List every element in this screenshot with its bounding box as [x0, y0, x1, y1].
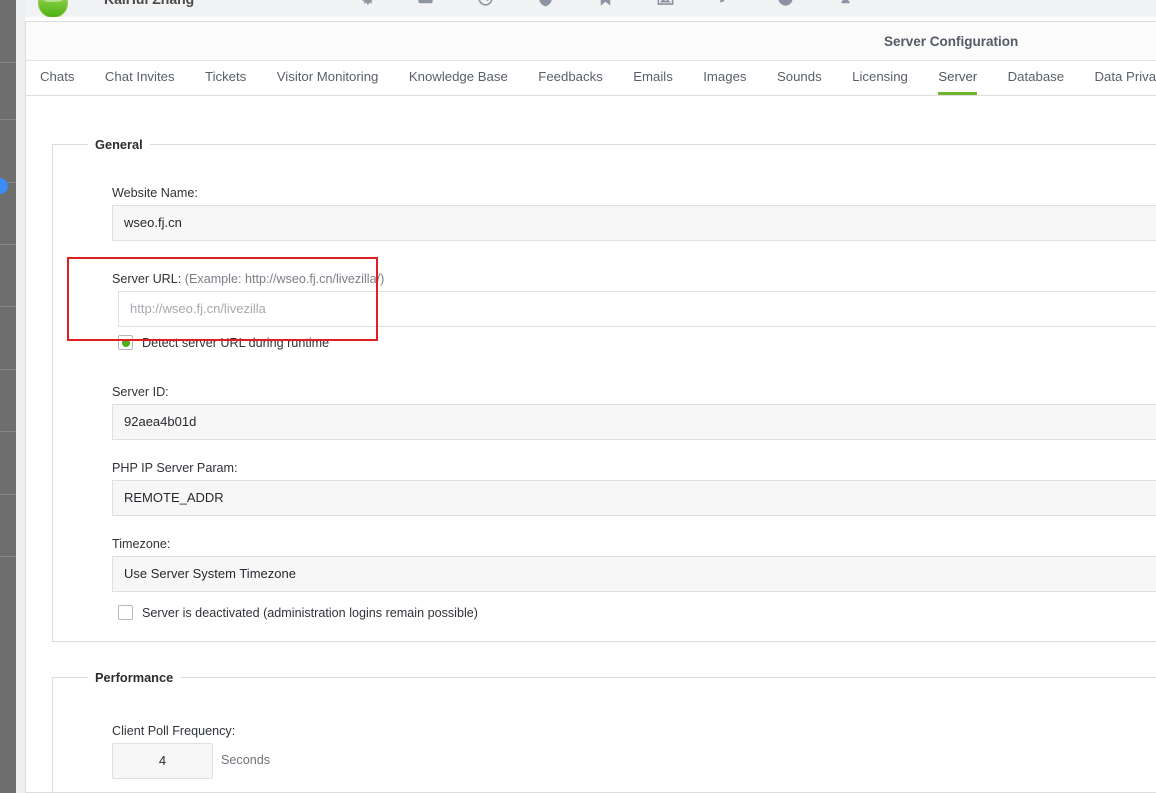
rail-cell[interactable]: [0, 495, 16, 557]
tab-database[interactable]: Database: [1008, 61, 1064, 95]
tab-tickets[interactable]: Tickets: [205, 61, 246, 95]
rail-cell[interactable]: [0, 63, 16, 120]
card-title-bar: Server Configuration: [26, 22, 1156, 61]
server-id-input[interactable]: 92aea4b01d: [112, 404, 1156, 440]
rail-cell[interactable]: [0, 307, 16, 370]
info-icon[interactable]: [776, 0, 795, 8]
php-ip-param-label: PHP IP Server Param:: [112, 461, 238, 475]
general-legend: General: [95, 137, 143, 152]
agent-name: KaiHui Zhang: [104, 0, 194, 7]
app-header: KaiHui Zhang: [16, 0, 1156, 17]
tab-emails[interactable]: Emails: [633, 61, 673, 95]
rail-gutter: [16, 0, 25, 793]
rail-cell[interactable]: [0, 370, 16, 432]
tab-licensing[interactable]: Licensing: [852, 61, 908, 95]
tab-chats[interactable]: Chats: [40, 61, 74, 95]
client-poll-frequency-unit: Seconds: [221, 753, 271, 767]
tab-knowledge-base[interactable]: Knowledge Base: [409, 61, 508, 95]
server-deactivated-checkbox[interactable]: [118, 605, 133, 620]
history-clock-icon[interactable]: [476, 0, 495, 8]
tab-feedbacks[interactable]: Feedbacks: [538, 61, 603, 95]
application-window: KaiHui Zhang: [0, 0, 1156, 793]
php-ip-param-input[interactable]: REMOTE_ADDR: [112, 480, 1156, 516]
rail-cell[interactable]: [0, 0, 16, 63]
server-deactivated-label: Server is deactivated (administration lo…: [142, 605, 478, 620]
server-url-label: Server URL: (Example: http://wseo.fj.cn/…: [112, 272, 384, 286]
tab-sounds[interactable]: Sounds: [777, 61, 822, 95]
detect-server-url-checkbox[interactable]: [118, 335, 133, 350]
tab-chat-invites[interactable]: Chat Invites: [105, 61, 175, 95]
tab-server[interactable]: Server: [938, 61, 977, 95]
configuration-card: Server Configuration Chats Chat Invites …: [25, 21, 1156, 793]
settings-gear-icon[interactable]: [356, 0, 375, 8]
page-title: Server Configuration: [884, 34, 1019, 49]
server-id-label: Server ID:: [112, 385, 169, 399]
rail-cell[interactable]: [0, 245, 16, 307]
pin-icon[interactable]: [836, 0, 855, 8]
folder-icon[interactable]: [416, 0, 435, 8]
tab-data-privacy[interactable]: Data Privacy: [1095, 61, 1156, 95]
website-name-input[interactable]: wseo.fj.cn: [112, 205, 1156, 241]
tab-bar[interactable]: Chats Chat Invites Tickets Visitor Monit…: [26, 61, 1156, 96]
rail-cell[interactable]: [0, 120, 16, 183]
detect-server-url-label: Detect server URL during runtime: [142, 335, 330, 350]
bookmark-icon[interactable]: [596, 0, 615, 8]
shield-icon[interactable]: [536, 0, 555, 8]
server-url-input[interactable]: http://wseo.fj.cn/livezilla: [118, 291, 1156, 327]
server-deactivated-row[interactable]: Server is deactivated (administration lo…: [118, 605, 478, 620]
avatar[interactable]: [38, 0, 68, 17]
performance-section: Performance Client Poll Frequency: 4 Sec…: [52, 670, 1156, 792]
timezone-label: Timezone:: [112, 537, 171, 551]
general-section: General Website Name: wseo.fj.cn Server …: [52, 137, 1156, 642]
timezone-select[interactable]: Use Server System Timezone: [112, 556, 1156, 592]
client-poll-frequency-input[interactable]: 4: [112, 743, 213, 779]
server-url-hint: (Example: http://wseo.fj.cn/livezilla/): [184, 272, 385, 286]
left-sidebar-rail[interactable]: [0, 0, 16, 793]
tab-visitor-monitoring[interactable]: Visitor Monitoring: [277, 61, 379, 95]
image-icon[interactable]: [656, 0, 675, 8]
detect-server-url-row[interactable]: Detect server URL during runtime: [118, 335, 329, 350]
client-poll-frequency-label: Client Poll Frequency:: [112, 724, 236, 738]
performance-legend: Performance: [95, 670, 174, 685]
header-toolbar: [356, 0, 855, 8]
rail-cell[interactable]: [0, 432, 16, 495]
website-name-label: Website Name:: [112, 186, 198, 200]
tab-images[interactable]: Images: [703, 61, 746, 95]
pencil-icon[interactable]: [716, 0, 735, 8]
settings-body: General Website Name: wseo.fj.cn Server …: [26, 96, 1156, 792]
server-url-label-text: Server URL:: [112, 272, 182, 286]
